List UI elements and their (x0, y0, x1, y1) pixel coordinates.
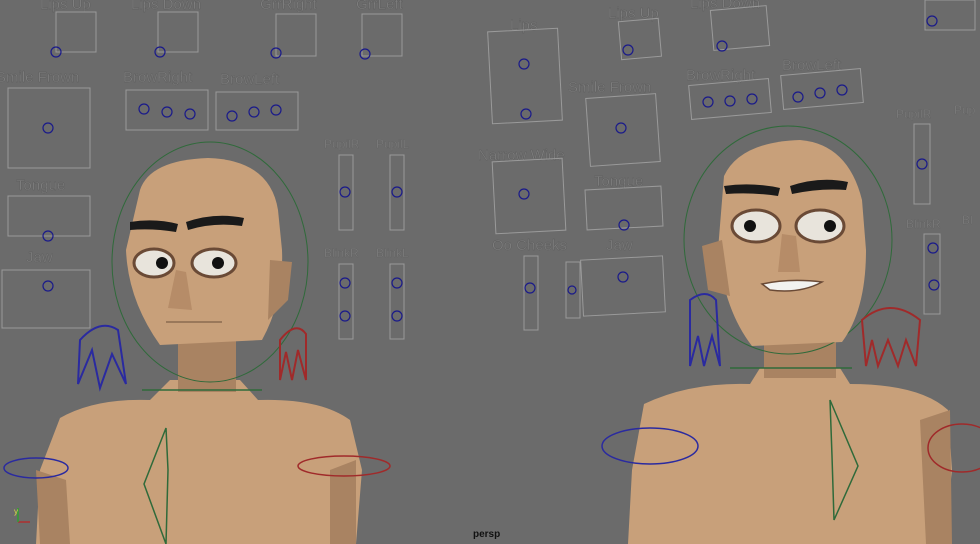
left-rotate-arrow-blue[interactable] (77, 324, 127, 392)
label-lips-down: Lips Down (131, 0, 201, 13)
brow-left-knob-r-1[interactable] (792, 91, 804, 103)
left-pupil-right (156, 257, 168, 269)
camera-label: persp (473, 529, 501, 540)
right-pupil-right (744, 220, 756, 232)
grr-right-slider-box[interactable] (275, 13, 317, 57)
grr-knob-r[interactable] (926, 15, 938, 27)
jaw-knob-r[interactable] (617, 271, 629, 283)
left-rotate-arrow-red[interactable] (279, 327, 307, 381)
brow-right-knob-1[interactable] (138, 103, 150, 115)
label-jaw-r: Jaw (606, 237, 633, 254)
brow-left-knob-2[interactable] (248, 106, 260, 118)
jaw-slider-box-r[interactable] (580, 255, 666, 317)
left-pupil-left (212, 257, 224, 269)
label-grr-left: GrrLeft (356, 0, 404, 13)
brow-left-knob-3[interactable] (270, 104, 282, 116)
label-lips-up-r: Lips Up (608, 5, 659, 22)
label-jaw: Jaw (26, 249, 53, 266)
lips-down-slider-box[interactable] (157, 11, 199, 53)
right-rotate-arrow-red[interactable] (860, 307, 922, 370)
oo-knob-r[interactable] (524, 282, 536, 294)
brow-right-knob-2[interactable] (161, 106, 173, 118)
right-character-torso[interactable] (628, 368, 952, 544)
brow-left-knob-1[interactable] (226, 110, 238, 122)
pupil-r-knob[interactable] (339, 186, 351, 198)
blink-r-knob-r-2[interactable] (928, 279, 940, 291)
right-rotate-arrow-blue[interactable] (689, 293, 721, 367)
brow-left-knob-r-3[interactable] (836, 84, 848, 96)
label-smile-frown-r: Smile Frown (568, 79, 651, 96)
lips-up-slider-box[interactable] (55, 11, 97, 53)
blink-r-knob[interactable] (339, 277, 351, 289)
label-brow-right-r: BrowRight (686, 67, 756, 84)
brow-right-knob-r-1[interactable] (702, 96, 714, 108)
label-oo-cheeks-r: Oo Cheeks (492, 237, 567, 254)
right-eye-left (794, 208, 846, 244)
label-pupil-l: PupilL (376, 137, 410, 151)
brow-right-knob-r-3[interactable] (746, 93, 758, 105)
label-tongue: Tongue (16, 177, 65, 194)
right-character[interactable] (601, 125, 980, 544)
label-lips-r: Lips (510, 17, 538, 34)
brow-right-knob-r-2[interactable] (724, 95, 736, 107)
blink-r-slider[interactable] (338, 263, 354, 340)
lips-up-knob-r[interactable] (622, 44, 634, 56)
pupil-r-slider[interactable] (338, 154, 354, 231)
left-character-torso[interactable] (36, 380, 362, 544)
left-character-ear (268, 260, 292, 320)
brow-right-knob-3[interactable] (184, 108, 196, 120)
lips-knob-r-2[interactable] (520, 108, 532, 120)
label-blink-r-r: BlinkR (906, 217, 941, 231)
narrow-wide-knob-r[interactable] (518, 188, 530, 200)
label-lips-down-r: Lips Down (690, 0, 760, 12)
blink-r-knob-r[interactable] (927, 242, 939, 254)
brow-left-slider-box[interactable] (215, 91, 299, 131)
lips-down-slider-box-r[interactable] (709, 5, 771, 51)
view-axis-gizmo: y (14, 507, 30, 523)
label-blink-l: BlinkL (376, 246, 409, 260)
label-blink-r: BlinkR (324, 246, 359, 260)
label-pupil-l-r: Pup (954, 103, 976, 117)
right-pupil-left (824, 220, 836, 232)
smile-frown-slider-box[interactable] (7, 87, 91, 169)
blink-l-knob[interactable] (391, 277, 403, 289)
brow-right-slider-box[interactable] (125, 89, 209, 131)
label-blink-l-r: Bl (962, 213, 973, 227)
label-pupil-r: PupilR (324, 137, 360, 151)
brow-left-knob-r-2[interactable] (814, 87, 826, 99)
blink-r-knob-2[interactable] (339, 310, 351, 322)
label-smile-frown: Smile Frown (0, 69, 79, 86)
svg-text:y: y (14, 507, 18, 516)
smile-frown-knob[interactable] (42, 122, 54, 134)
blink-l-slider[interactable] (389, 263, 405, 340)
tongue-slider-box[interactable] (7, 195, 91, 237)
smile-frown-slider-box-r[interactable] (585, 93, 661, 167)
label-brow-right: BrowRight (123, 69, 193, 86)
jaw-knob[interactable] (42, 280, 54, 292)
label-lips-up: Lips Up (40, 0, 91, 13)
pupil-l-knob[interactable] (391, 186, 403, 198)
smile-frown-knob-r[interactable] (615, 122, 627, 134)
left-character-arm-shadow-r (330, 460, 356, 544)
label-pupil-r-r: PupilR (896, 107, 932, 121)
brow-right-slider-box-r[interactable] (688, 78, 772, 120)
label-brow-left: BrowLeft (220, 71, 280, 88)
label-narrow-wide-r: Narrow Wide (478, 147, 565, 164)
label-grr-right: GrrRight (260, 0, 318, 13)
pupil-r-knob-r[interactable] (916, 158, 928, 170)
cheeks-knob-r[interactable] (567, 285, 577, 295)
jaw-slider-box[interactable] (1, 269, 91, 329)
viewport-scene[interactable]: Lips Up Lips Down GrrRight GrrLeft Smile… (0, 0, 980, 544)
left-character[interactable] (3, 141, 391, 544)
blink-l-knob-2[interactable] (391, 310, 403, 322)
lips-knob-r[interactable] (518, 58, 530, 70)
left-character-arm-shadow (36, 470, 70, 544)
tongue-slider-box-r[interactable] (584, 185, 664, 231)
maya-perspective-viewport[interactable]: Lips Up Lips Down GrrRight GrrLeft Smile… (0, 0, 980, 544)
